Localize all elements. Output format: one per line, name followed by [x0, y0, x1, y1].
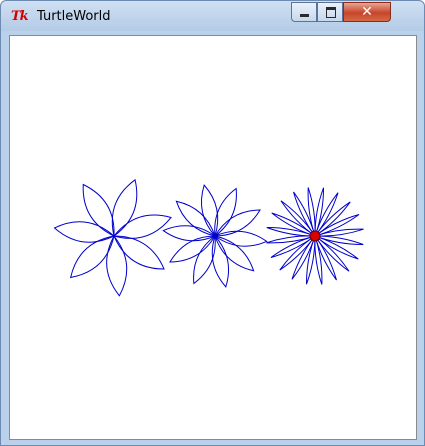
flower-petal	[193, 235, 216, 285]
flower-petal	[266, 226, 316, 237]
flower-petal	[113, 235, 165, 270]
turtle-canvas[interactable]	[10, 36, 416, 439]
close-button[interactable]: ✕	[343, 2, 391, 22]
flower-petal	[314, 235, 364, 246]
flower-2	[162, 184, 268, 288]
flower-petal	[201, 184, 219, 237]
title-bar[interactable]: Tk TurtleWorld ✕	[1, 1, 424, 31]
flower-petal	[111, 178, 138, 237]
close-icon: ✕	[361, 4, 373, 20]
tk-feather-icon: Tk	[11, 9, 29, 24]
flower-petal	[214, 187, 237, 237]
turtle-icon	[309, 230, 321, 242]
window-title: TurtleWorld	[37, 9, 111, 24]
flower-petal	[169, 235, 216, 263]
turtleworld-window: Tk TurtleWorld ✕	[0, 0, 425, 446]
flower-petal	[106, 235, 128, 297]
flower-petal	[314, 187, 325, 237]
flower-petal	[214, 209, 261, 237]
flower-petal	[214, 235, 255, 272]
flower-petal	[211, 235, 229, 288]
flower-petal	[53, 221, 115, 243]
flower-petal	[305, 235, 316, 285]
flower-1	[53, 178, 172, 297]
minimize-button[interactable]	[291, 2, 317, 22]
flower-petal	[314, 228, 364, 237]
maximize-button[interactable]	[317, 2, 343, 22]
flower-petal	[82, 183, 115, 237]
flower-petal	[266, 235, 316, 244]
maximize-icon	[326, 7, 336, 18]
flower-petal	[307, 187, 316, 237]
flower-petal	[314, 235, 323, 285]
minimize-icon	[300, 14, 309, 17]
flower-petal	[113, 214, 172, 239]
turtle-canvas-frame	[9, 35, 417, 440]
flower-petal	[175, 200, 216, 237]
